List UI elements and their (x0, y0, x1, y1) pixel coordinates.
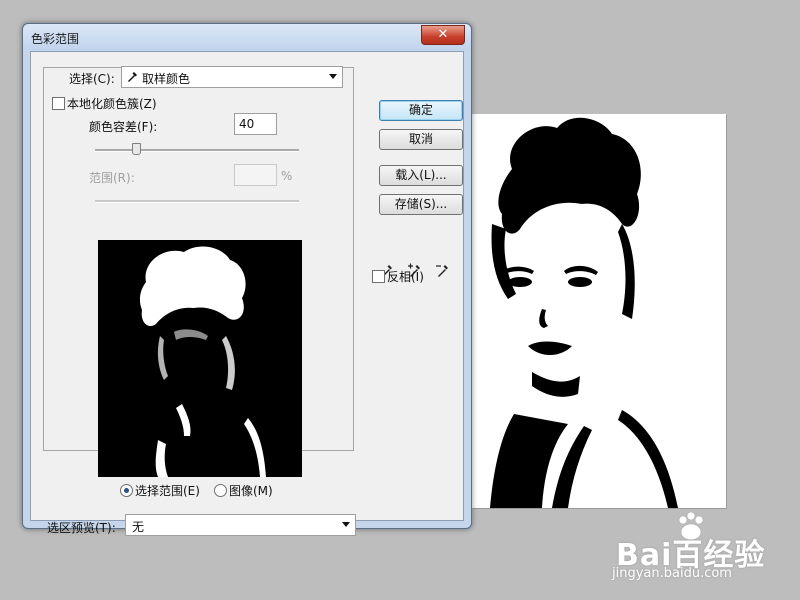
select-dropdown[interactable]: 取样颜色 (121, 66, 343, 88)
fuzziness-slider-track[interactable] (95, 149, 299, 152)
fuzziness-value: 40 (239, 117, 255, 131)
fuzziness-label: 颜色容差(F): (89, 120, 158, 134)
fuzziness-input[interactable]: 40 (234, 113, 277, 135)
selection-preview-label: 选区预览(T): (47, 521, 116, 535)
chevron-down-icon (329, 74, 337, 79)
select-label: 选择(C): (69, 72, 115, 86)
range-label: 范围(R): (89, 171, 135, 185)
load-button[interactable]: 载入(L)... (379, 165, 463, 186)
cancel-button[interactable]: 取消 (379, 129, 463, 150)
dialog-title: 色彩范围 (31, 32, 80, 46)
range-input[interactable] (234, 164, 277, 186)
range-slider-track[interactable] (95, 200, 299, 203)
chevron-down-icon (342, 522, 350, 527)
threshold-portrait-image (490, 117, 678, 508)
close-button[interactable]: ✕ (421, 25, 465, 45)
watermark-url: jingyan.baidu.com (612, 566, 732, 581)
save-button[interactable]: 存储(S)... (379, 194, 463, 215)
ok-button[interactable]: 确定 (379, 100, 463, 121)
eyedropper-minus-icon[interactable] (435, 262, 451, 278)
mask-preview (139, 246, 266, 477)
localized-clusters-label: 本地化颜色簇(Z) (67, 97, 157, 111)
range-unit: % (281, 169, 293, 183)
fuzziness-slider-thumb[interactable] (131, 143, 141, 155)
selection-preview-dropdown[interactable]: 无 (125, 514, 356, 536)
close-icon: ✕ (437, 27, 449, 42)
invert-label: 反相(I) (387, 270, 424, 284)
canvas-image (472, 114, 726, 508)
color-range-dialog: 色彩范围 ✕ 选择(C): 取样颜色 本地化颜色簇(Z) 颜色容差(F): 40… (22, 23, 472, 536)
selection-preview-image (98, 240, 302, 477)
localized-clusters-checkbox[interactable] (52, 97, 65, 110)
view-selection-radio[interactable] (120, 484, 133, 497)
view-selection-label: 选择范围(E) (135, 484, 200, 498)
select-value: 取样颜色 (142, 72, 191, 86)
dialog-titlebar[interactable]: 色彩范围 ✕ (23, 24, 471, 50)
baidu-jingyan-watermark: Bai百经验 jingyan.baidu.com (612, 512, 792, 592)
invert-checkbox[interactable] (372, 270, 385, 283)
view-image-label: 图像(M) (229, 484, 273, 498)
eyedropper-icon (128, 72, 137, 82)
dialog-client: 选择(C): 取样颜色 本地化颜色簇(Z) 颜色容差(F): 40 范围(R):… (30, 51, 464, 536)
view-image-radio[interactable] (214, 484, 227, 497)
selection-preview-value: 无 (132, 520, 145, 534)
